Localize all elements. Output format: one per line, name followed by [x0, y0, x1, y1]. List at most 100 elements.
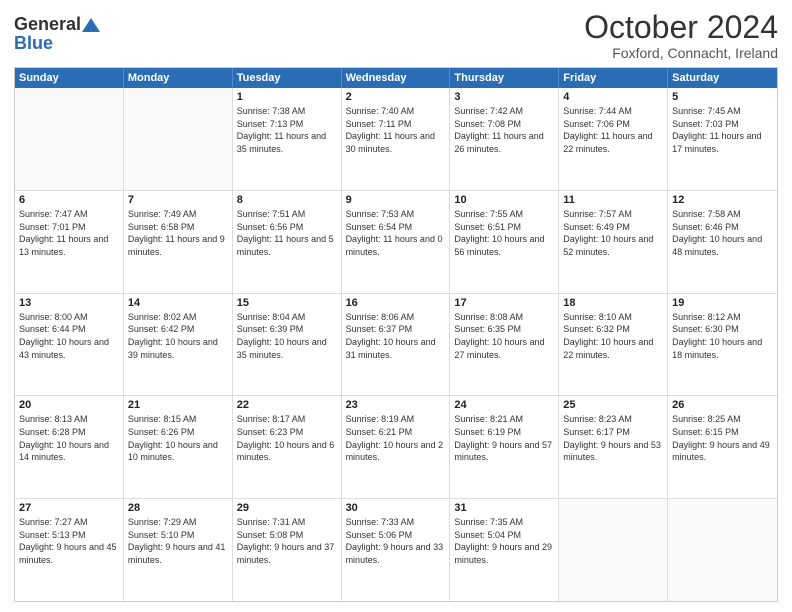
sunrise: Sunrise: 8:25 AM [672, 413, 773, 426]
sunrise: Sunrise: 8:00 AM [19, 311, 119, 324]
title-area: October 2024 Foxford, Connacht, Ireland [584, 10, 778, 61]
sunset: Sunset: 5:06 PM [346, 529, 446, 542]
daylight: Daylight: 9 hours and 33 minutes. [346, 541, 446, 566]
daylight: Daylight: 11 hours and 17 minutes. [672, 130, 773, 155]
calendar-cell: 10Sunrise: 7:55 AMSunset: 6:51 PMDayligh… [450, 191, 559, 293]
day-number: 17 [454, 297, 554, 309]
day-number: 24 [454, 399, 554, 411]
calendar-cell: 8Sunrise: 7:51 AMSunset: 6:56 PMDaylight… [233, 191, 342, 293]
calendar-cell: 28Sunrise: 7:29 AMSunset: 5:10 PMDayligh… [124, 499, 233, 601]
logo-blue: Blue [14, 33, 101, 54]
daylight: Daylight: 10 hours and 2 minutes. [346, 439, 446, 464]
sunset: Sunset: 6:15 PM [672, 426, 773, 439]
calendar-cell: 21Sunrise: 8:15 AMSunset: 6:26 PMDayligh… [124, 396, 233, 498]
calendar-body: 1Sunrise: 7:38 AMSunset: 7:13 PMDaylight… [15, 88, 777, 601]
calendar-cell: 6Sunrise: 7:47 AMSunset: 7:01 PMDaylight… [15, 191, 124, 293]
day-number: 12 [672, 194, 773, 206]
calendar-header: SundayMondayTuesdayWednesdayThursdayFrid… [15, 68, 777, 88]
sunrise: Sunrise: 7:29 AM [128, 516, 228, 529]
sunset: Sunset: 7:11 PM [346, 118, 446, 131]
calendar-cell: 31Sunrise: 7:35 AMSunset: 5:04 PMDayligh… [450, 499, 559, 601]
sunset: Sunset: 6:49 PM [563, 221, 663, 234]
sunset: Sunset: 7:01 PM [19, 221, 119, 234]
daylight: Daylight: 11 hours and 5 minutes. [237, 233, 337, 258]
sunset: Sunset: 6:32 PM [563, 323, 663, 336]
daylight: Daylight: 10 hours and 48 minutes. [672, 233, 773, 258]
sunrise: Sunrise: 8:19 AM [346, 413, 446, 426]
logo-icon [82, 16, 100, 34]
sunrise: Sunrise: 7:58 AM [672, 208, 773, 221]
daylight: Daylight: 10 hours and 6 minutes. [237, 439, 337, 464]
day-number: 13 [19, 297, 119, 309]
calendar-cell: 16Sunrise: 8:06 AMSunset: 6:37 PMDayligh… [342, 294, 451, 396]
sunrise: Sunrise: 8:12 AM [672, 311, 773, 324]
calendar-cell: 25Sunrise: 8:23 AMSunset: 6:17 PMDayligh… [559, 396, 668, 498]
header-cell-monday: Monday [124, 68, 233, 88]
calendar-row-3: 20Sunrise: 8:13 AMSunset: 6:28 PMDayligh… [15, 395, 777, 498]
daylight: Daylight: 10 hours and 22 minutes. [563, 336, 663, 361]
sunrise: Sunrise: 8:17 AM [237, 413, 337, 426]
calendar: SundayMondayTuesdayWednesdayThursdayFrid… [14, 67, 778, 602]
daylight: Daylight: 10 hours and 56 minutes. [454, 233, 554, 258]
logo-general: General [14, 14, 81, 35]
daylight: Daylight: 9 hours and 49 minutes. [672, 439, 773, 464]
sunrise: Sunrise: 8:10 AM [563, 311, 663, 324]
day-number: 29 [237, 502, 337, 514]
sunrise: Sunrise: 8:04 AM [237, 311, 337, 324]
sunset: Sunset: 6:58 PM [128, 221, 228, 234]
location: Foxford, Connacht, Ireland [584, 45, 778, 61]
daylight: Daylight: 9 hours and 37 minutes. [237, 541, 337, 566]
daylight: Daylight: 9 hours and 29 minutes. [454, 541, 554, 566]
calendar-cell: 27Sunrise: 7:27 AMSunset: 5:13 PMDayligh… [15, 499, 124, 601]
sunset: Sunset: 5:13 PM [19, 529, 119, 542]
calendar-cell: 23Sunrise: 8:19 AMSunset: 6:21 PMDayligh… [342, 396, 451, 498]
day-number: 7 [128, 194, 228, 206]
day-number: 15 [237, 297, 337, 309]
calendar-row-2: 13Sunrise: 8:00 AMSunset: 6:44 PMDayligh… [15, 293, 777, 396]
day-number: 20 [19, 399, 119, 411]
calendar-cell: 19Sunrise: 8:12 AMSunset: 6:30 PMDayligh… [668, 294, 777, 396]
sunset: Sunset: 6:35 PM [454, 323, 554, 336]
month-title: October 2024 [584, 10, 778, 45]
day-number: 3 [454, 91, 554, 103]
daylight: Daylight: 11 hours and 30 minutes. [346, 130, 446, 155]
sunset: Sunset: 6:30 PM [672, 323, 773, 336]
header-cell-friday: Friday [559, 68, 668, 88]
daylight: Daylight: 11 hours and 26 minutes. [454, 130, 554, 155]
calendar-cell: 24Sunrise: 8:21 AMSunset: 6:19 PMDayligh… [450, 396, 559, 498]
sunrise: Sunrise: 7:35 AM [454, 516, 554, 529]
sunrise: Sunrise: 7:38 AM [237, 105, 337, 118]
header-cell-tuesday: Tuesday [233, 68, 342, 88]
sunrise: Sunrise: 7:53 AM [346, 208, 446, 221]
sunset: Sunset: 7:06 PM [563, 118, 663, 131]
calendar-cell: 30Sunrise: 7:33 AMSunset: 5:06 PMDayligh… [342, 499, 451, 601]
calendar-cell [668, 499, 777, 601]
sunset: Sunset: 6:46 PM [672, 221, 773, 234]
day-number: 25 [563, 399, 663, 411]
sunset: Sunset: 6:51 PM [454, 221, 554, 234]
calendar-cell: 14Sunrise: 8:02 AMSunset: 6:42 PMDayligh… [124, 294, 233, 396]
day-number: 8 [237, 194, 337, 206]
sunrise: Sunrise: 8:08 AM [454, 311, 554, 324]
daylight: Daylight: 9 hours and 53 minutes. [563, 439, 663, 464]
daylight: Daylight: 10 hours and 43 minutes. [19, 336, 119, 361]
calendar-cell: 2Sunrise: 7:40 AMSunset: 7:11 PMDaylight… [342, 88, 451, 190]
header: General Blue October 2024 Foxford, Conna… [14, 10, 778, 61]
calendar-cell: 13Sunrise: 8:00 AMSunset: 6:44 PMDayligh… [15, 294, 124, 396]
daylight: Daylight: 9 hours and 57 minutes. [454, 439, 554, 464]
sunrise: Sunrise: 7:27 AM [19, 516, 119, 529]
sunrise: Sunrise: 7:55 AM [454, 208, 554, 221]
sunrise: Sunrise: 8:21 AM [454, 413, 554, 426]
header-cell-wednesday: Wednesday [342, 68, 451, 88]
day-number: 21 [128, 399, 228, 411]
header-cell-thursday: Thursday [450, 68, 559, 88]
sunset: Sunset: 7:08 PM [454, 118, 554, 131]
day-number: 14 [128, 297, 228, 309]
sunset: Sunset: 6:37 PM [346, 323, 446, 336]
sunrise: Sunrise: 7:42 AM [454, 105, 554, 118]
sunset: Sunset: 6:28 PM [19, 426, 119, 439]
day-number: 18 [563, 297, 663, 309]
sunset: Sunset: 6:39 PM [237, 323, 337, 336]
calendar-cell [124, 88, 233, 190]
calendar-cell: 7Sunrise: 7:49 AMSunset: 6:58 PMDaylight… [124, 191, 233, 293]
